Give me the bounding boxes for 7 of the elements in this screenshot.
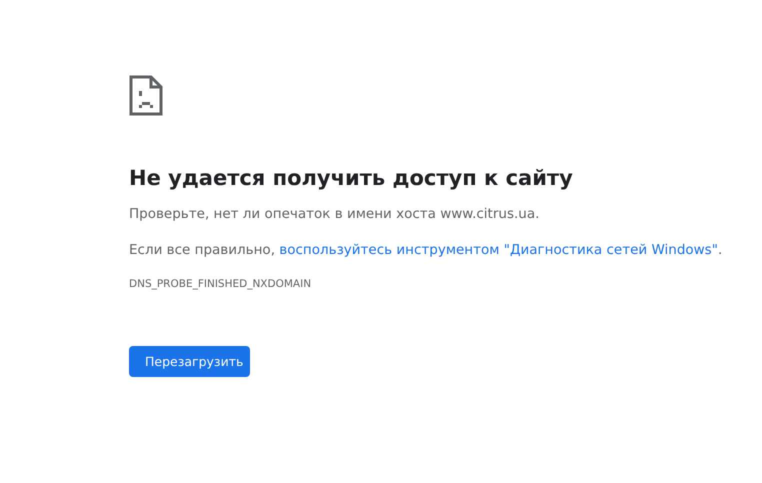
reload-button[interactable]: Перезагрузить (129, 346, 250, 377)
error-code: DNS_PROBE_FINISHED_NXDOMAIN (129, 278, 312, 290)
sad-file-icon (129, 75, 163, 116)
diagnostics-link[interactable]: воспользуйтесь инструментом "Диагностика сетей Windows" (279, 242, 718, 258)
error-heading: Не удается получить доступ к сайту (129, 166, 573, 190)
hint-text: Проверьте, нет ли опечаток в имени хоста www.citrus.ua. (129, 206, 540, 222)
suggestion-text: Если все правильно, воспользуйтесь инструментом "Диагностика сетей Windows". (129, 242, 722, 258)
